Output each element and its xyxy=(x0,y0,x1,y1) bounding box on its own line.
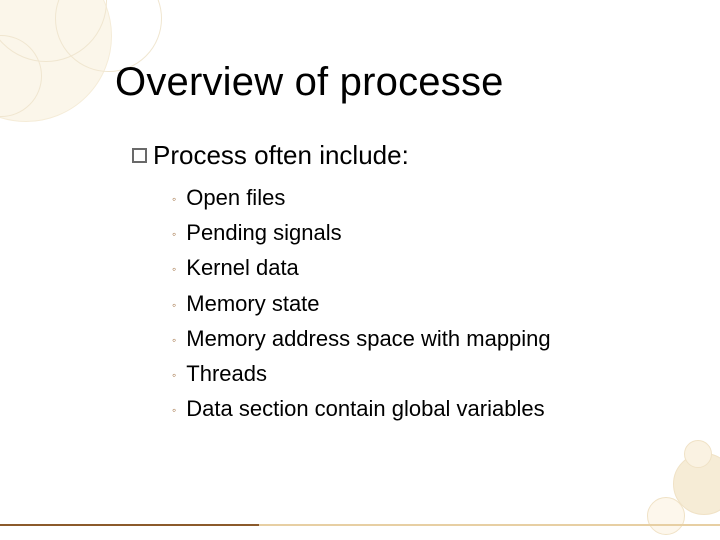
list-item-text: Threads xyxy=(186,356,267,391)
slide: Overview of processe Process often inclu… xyxy=(0,0,720,540)
list-item: ◦ Data section contain global variables xyxy=(172,391,551,426)
list-item: ◦ Threads xyxy=(172,356,551,391)
diamond-bullet-icon: ◦ xyxy=(172,296,176,315)
list-item-text: Open files xyxy=(186,180,285,215)
diamond-bullet-icon: ◦ xyxy=(172,190,176,209)
list-item: ◦ Pending signals xyxy=(172,215,551,250)
list-item-text: Kernel data xyxy=(186,250,299,285)
footer-rule-accent xyxy=(0,524,259,526)
diamond-bullet-icon: ◦ xyxy=(172,401,176,420)
decorative-circle xyxy=(684,440,712,468)
diamond-bullet-icon: ◦ xyxy=(172,225,176,244)
list-item-text: Pending signals xyxy=(186,215,341,250)
bullet-list: ◦ Open files ◦ Pending signals ◦ Kernel … xyxy=(172,180,551,426)
list-item: ◦ Memory state xyxy=(172,286,551,321)
list-item: ◦ Memory address space with mapping xyxy=(172,321,551,356)
list-item: ◦ Open files xyxy=(172,180,551,215)
diamond-bullet-icon: ◦ xyxy=(172,331,176,350)
footer-rule xyxy=(0,524,720,526)
lead-line: Process often include: xyxy=(132,140,409,171)
list-item: ◦ Kernel data xyxy=(172,250,551,285)
list-item-text: Memory address space with mapping xyxy=(186,321,550,356)
decorative-circle xyxy=(647,497,685,535)
footer-rule-track xyxy=(259,524,720,526)
diamond-bullet-icon: ◦ xyxy=(172,260,176,279)
lead-text: Process often include: xyxy=(153,140,409,171)
list-item-text: Memory state xyxy=(186,286,319,321)
diamond-bullet-icon: ◦ xyxy=(172,366,176,385)
list-item-text: Data section contain global variables xyxy=(186,391,544,426)
slide-title: Overview of processe xyxy=(115,60,504,105)
square-bullet-icon xyxy=(132,148,147,163)
